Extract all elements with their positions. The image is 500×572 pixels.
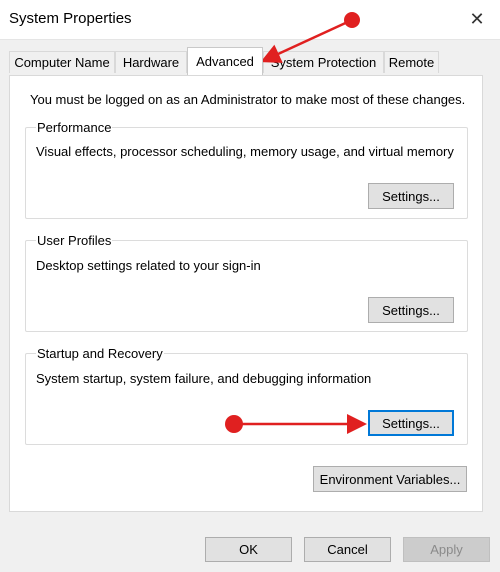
user-profiles-settings-button[interactable]: Settings... [368,297,454,323]
tab-computer-name[interactable]: Computer Name [9,51,115,73]
startup-recovery-description: System startup, system failure, and debu… [36,371,372,386]
performance-group-label: Performance [36,120,113,135]
title-bar: System Properties ✕ [0,0,500,40]
startup-recovery-settings-button[interactable]: Settings... [368,410,454,436]
cancel-button[interactable]: Cancel [304,537,391,562]
user-profiles-group-label: User Profiles [36,233,113,248]
tab-remote[interactable]: Remote [384,51,439,73]
tab-advanced[interactable]: Advanced [187,47,263,75]
environment-variables-button[interactable]: Environment Variables... [313,466,467,492]
user-profiles-description: Desktop settings related to your sign-in [36,258,261,273]
tab-system-protection[interactable]: System Protection [263,51,384,73]
startup-recovery-group-label: Startup and Recovery [36,346,164,361]
apply-button[interactable]: Apply [403,537,490,562]
tab-hardware[interactable]: Hardware [115,51,187,73]
window-title: System Properties [9,10,132,27]
close-icon[interactable]: ✕ [454,0,500,39]
performance-settings-button[interactable]: Settings... [368,183,454,209]
admin-notice: You must be logged on as an Administrato… [30,92,466,107]
ok-button[interactable]: OK [205,537,292,562]
performance-description: Visual effects, processor scheduling, me… [36,144,454,159]
